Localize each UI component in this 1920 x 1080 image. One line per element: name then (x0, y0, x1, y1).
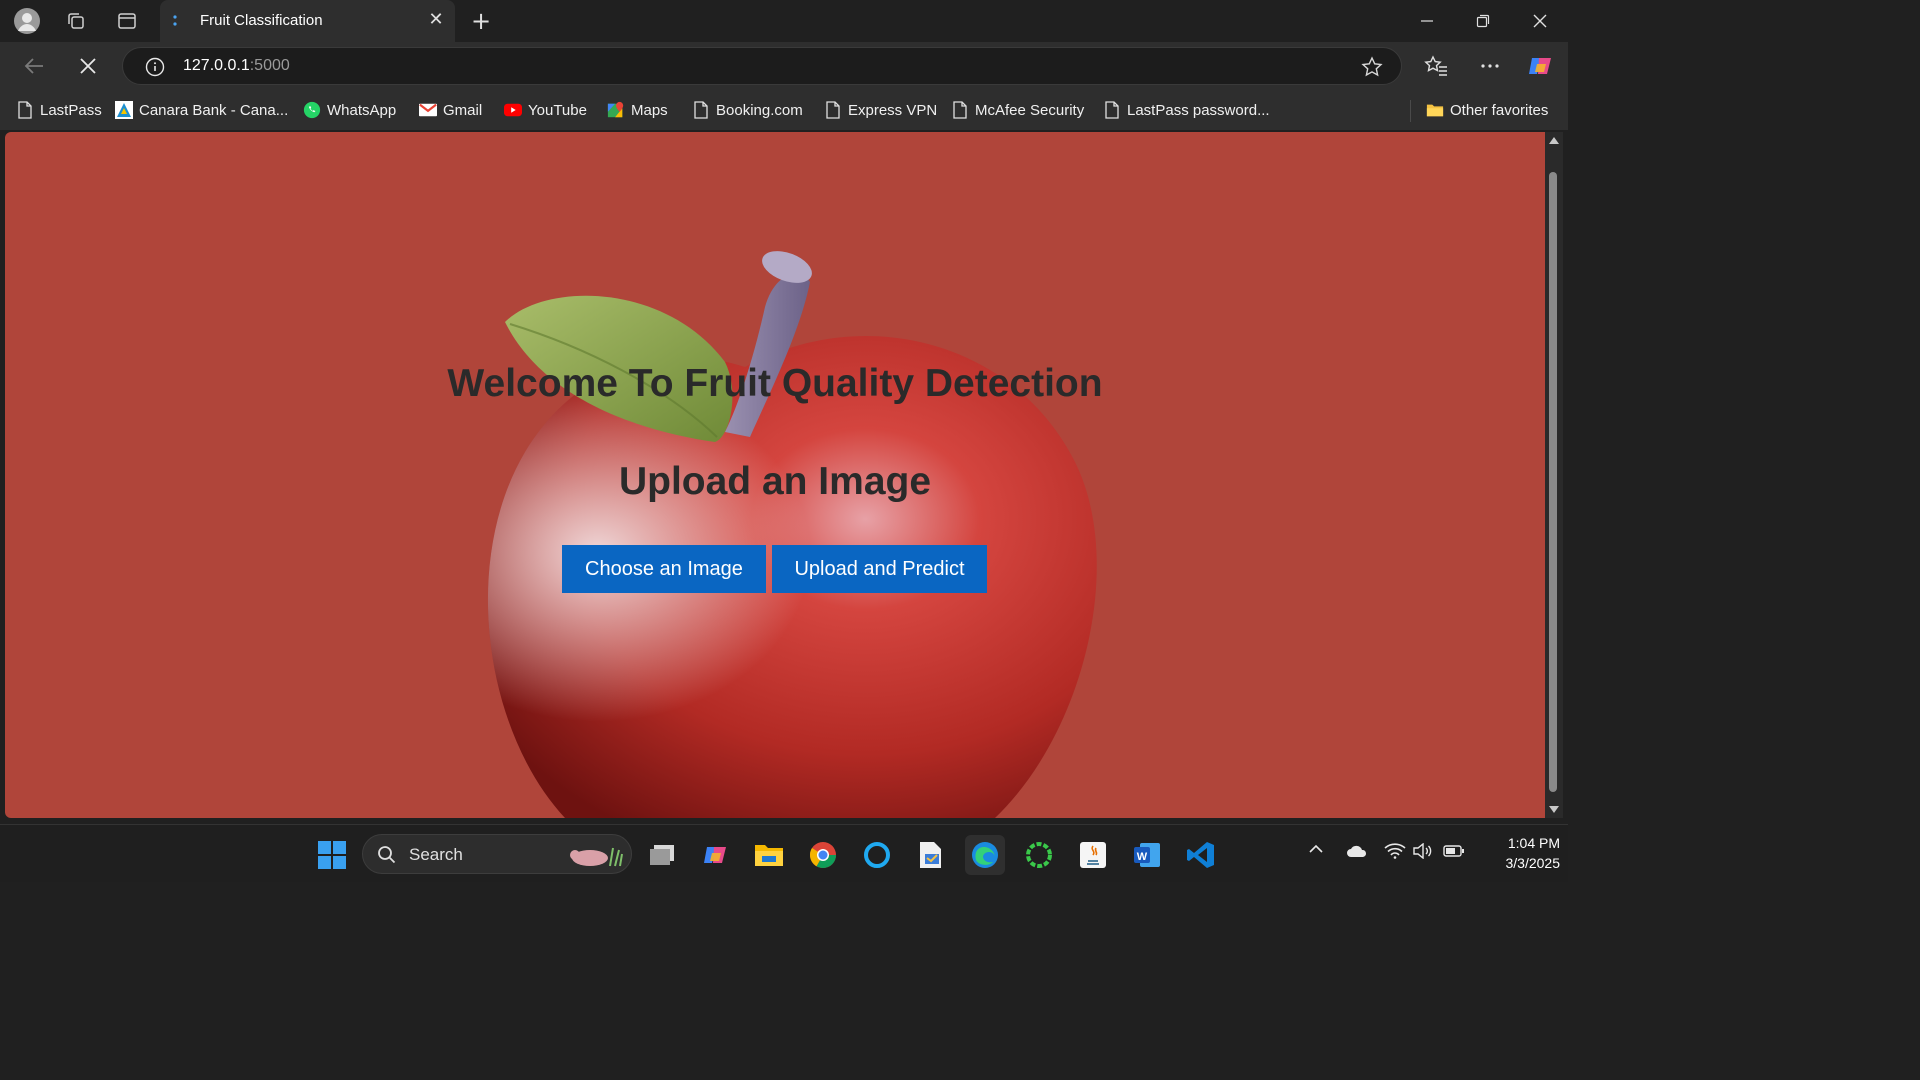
chrome-icon[interactable] (803, 835, 843, 875)
gmail-icon (419, 101, 437, 119)
welcome-heading: Welcome To Fruit Quality Detection (447, 362, 1103, 405)
page-icon (16, 101, 34, 119)
page-scrollbar[interactable] (1545, 132, 1563, 818)
favorite-star-icon[interactable] (1361, 56, 1383, 78)
scrollbar-thumb[interactable] (1549, 172, 1557, 792)
minimize-button[interactable] (1399, 0, 1455, 42)
choose-image-button[interactable]: Choose an Image (562, 545, 766, 593)
bookmark-label: YouTube (528, 101, 587, 119)
new-tab-button[interactable]: + (466, 6, 496, 36)
bookmark-label: Booking.com (716, 101, 803, 119)
page-icon (824, 101, 842, 119)
volume-icon[interactable] (1413, 842, 1433, 863)
search-icon (378, 846, 396, 864)
canara-icon (115, 101, 133, 119)
address-bar[interactable]: 127.0.0.1:5000 (122, 47, 1402, 85)
url-text: 127.0.0.1:5000 (183, 57, 290, 75)
search-highlight-icon (570, 847, 623, 867)
bookmark-label: WhatsApp (327, 101, 397, 119)
bookmark-whatsapp[interactable]: WhatsApp (303, 98, 396, 122)
upload-predict-button[interactable]: Upload and Predict (772, 545, 987, 593)
page-viewport: Welcome To Fruit Quality Detection Uploa… (5, 132, 1545, 818)
vscode-icon[interactable] (1181, 835, 1221, 875)
tab-fruit-classification[interactable]: Fruit Classification ✕ (160, 0, 455, 42)
svg-text:W: W (1137, 851, 1148, 863)
restore-button[interactable] (1455, 0, 1511, 42)
bookmark-maps[interactable]: Maps (607, 98, 668, 122)
favorites-bar: LastPass Canara Bank - Cana... WhatsApp … (0, 90, 1568, 130)
page-icon (1103, 101, 1121, 119)
spinner-app-icon[interactable] (1019, 835, 1059, 875)
loading-icon (173, 15, 177, 26)
editor-icon[interactable] (911, 835, 951, 875)
maps-icon (607, 101, 625, 119)
tab-actions-icon[interactable] (111, 5, 143, 37)
bookmark-label: Maps (631, 101, 668, 119)
bookmark-label: Express VPN (848, 101, 938, 119)
copilot-icon[interactable] (1524, 50, 1556, 82)
url-port: :5000 (249, 57, 290, 74)
bookmark-youtube[interactable]: YouTube (504, 98, 587, 122)
start-button[interactable] (312, 835, 352, 875)
cortana-icon[interactable] (857, 835, 897, 875)
whatsapp-icon (303, 101, 321, 119)
other-favorites-label: Other favorites (1450, 101, 1549, 119)
search-label: Search (409, 845, 463, 864)
copilot-taskbar-icon[interactable] (695, 835, 735, 875)
clock-date: 3/3/2025 (1505, 855, 1561, 871)
java-icon[interactable] (1073, 835, 1113, 875)
onedrive-icon[interactable] (1346, 843, 1368, 862)
taskbar-search[interactable]: Search (362, 834, 632, 874)
bookmark-booking[interactable]: Booking.com (692, 98, 803, 122)
close-window-button[interactable] (1512, 0, 1568, 42)
bookmark-label: LastPass password... (1127, 101, 1270, 119)
edge-icon[interactable] (965, 835, 1005, 875)
browser-toolbar: 127.0.0.1:5000 (0, 42, 1568, 90)
stop-loading-button[interactable] (72, 50, 104, 82)
page-icon (692, 101, 710, 119)
wifi-icon[interactable] (1384, 843, 1406, 863)
show-hidden-icons[interactable] (1308, 841, 1324, 861)
bookmark-label: Gmail (443, 101, 483, 119)
workspaces-icon[interactable] (60, 5, 92, 37)
favorites-icon[interactable] (1420, 50, 1452, 82)
bookmarks-divider (1410, 100, 1411, 122)
task-view-icon[interactable] (642, 835, 682, 875)
upload-heading: Upload an Image (618, 460, 932, 503)
bookmark-gmail[interactable]: Gmail (419, 98, 482, 122)
scroll-down-icon[interactable] (1548, 804, 1560, 814)
bookmark-label: McAfee Security (975, 101, 1085, 119)
bookmark-label: LastPass (40, 101, 102, 119)
bookmark-lastpass[interactable]: LastPass (16, 98, 102, 122)
bookmark-canara-bank[interactable]: Canara Bank - Cana... (115, 98, 288, 122)
word-icon[interactable]: W (1127, 835, 1167, 875)
tab-close-icon[interactable]: ✕ (425, 9, 447, 31)
page-icon (951, 101, 969, 119)
url-host: 127.0.0.1 (183, 57, 250, 74)
bookmark-label: Canara Bank - Cana... (139, 101, 289, 119)
clock-time: 1:04 PM (1507, 835, 1560, 851)
youtube-icon (504, 101, 522, 119)
back-button[interactable] (18, 50, 50, 82)
tab-title: Fruit Classification (200, 12, 323, 29)
profile-avatar[interactable] (11, 5, 43, 37)
site-info-icon[interactable] (145, 57, 165, 77)
file-explorer-icon[interactable] (749, 835, 789, 875)
bookmark-mcafee[interactable]: McAfee Security (951, 98, 1084, 122)
battery-icon[interactable] (1443, 843, 1465, 862)
taskbar-clock[interactable]: 1:04 PM 3/3/2025 (1470, 833, 1561, 873)
scroll-up-icon[interactable] (1548, 136, 1560, 146)
bookmark-express-vpn[interactable]: Express VPN (824, 98, 937, 122)
more-options-icon[interactable] (1474, 50, 1506, 82)
bookmark-lastpass-password[interactable]: LastPass password... (1103, 98, 1270, 122)
browser-title-bar: Fruit Classification ✕ + (0, 0, 1568, 42)
other-favorites[interactable]: Other favorites (1426, 98, 1548, 122)
windows-taskbar: Search W 1:04 PM 3/3/2025 (0, 824, 1568, 882)
folder-icon (1426, 101, 1444, 119)
